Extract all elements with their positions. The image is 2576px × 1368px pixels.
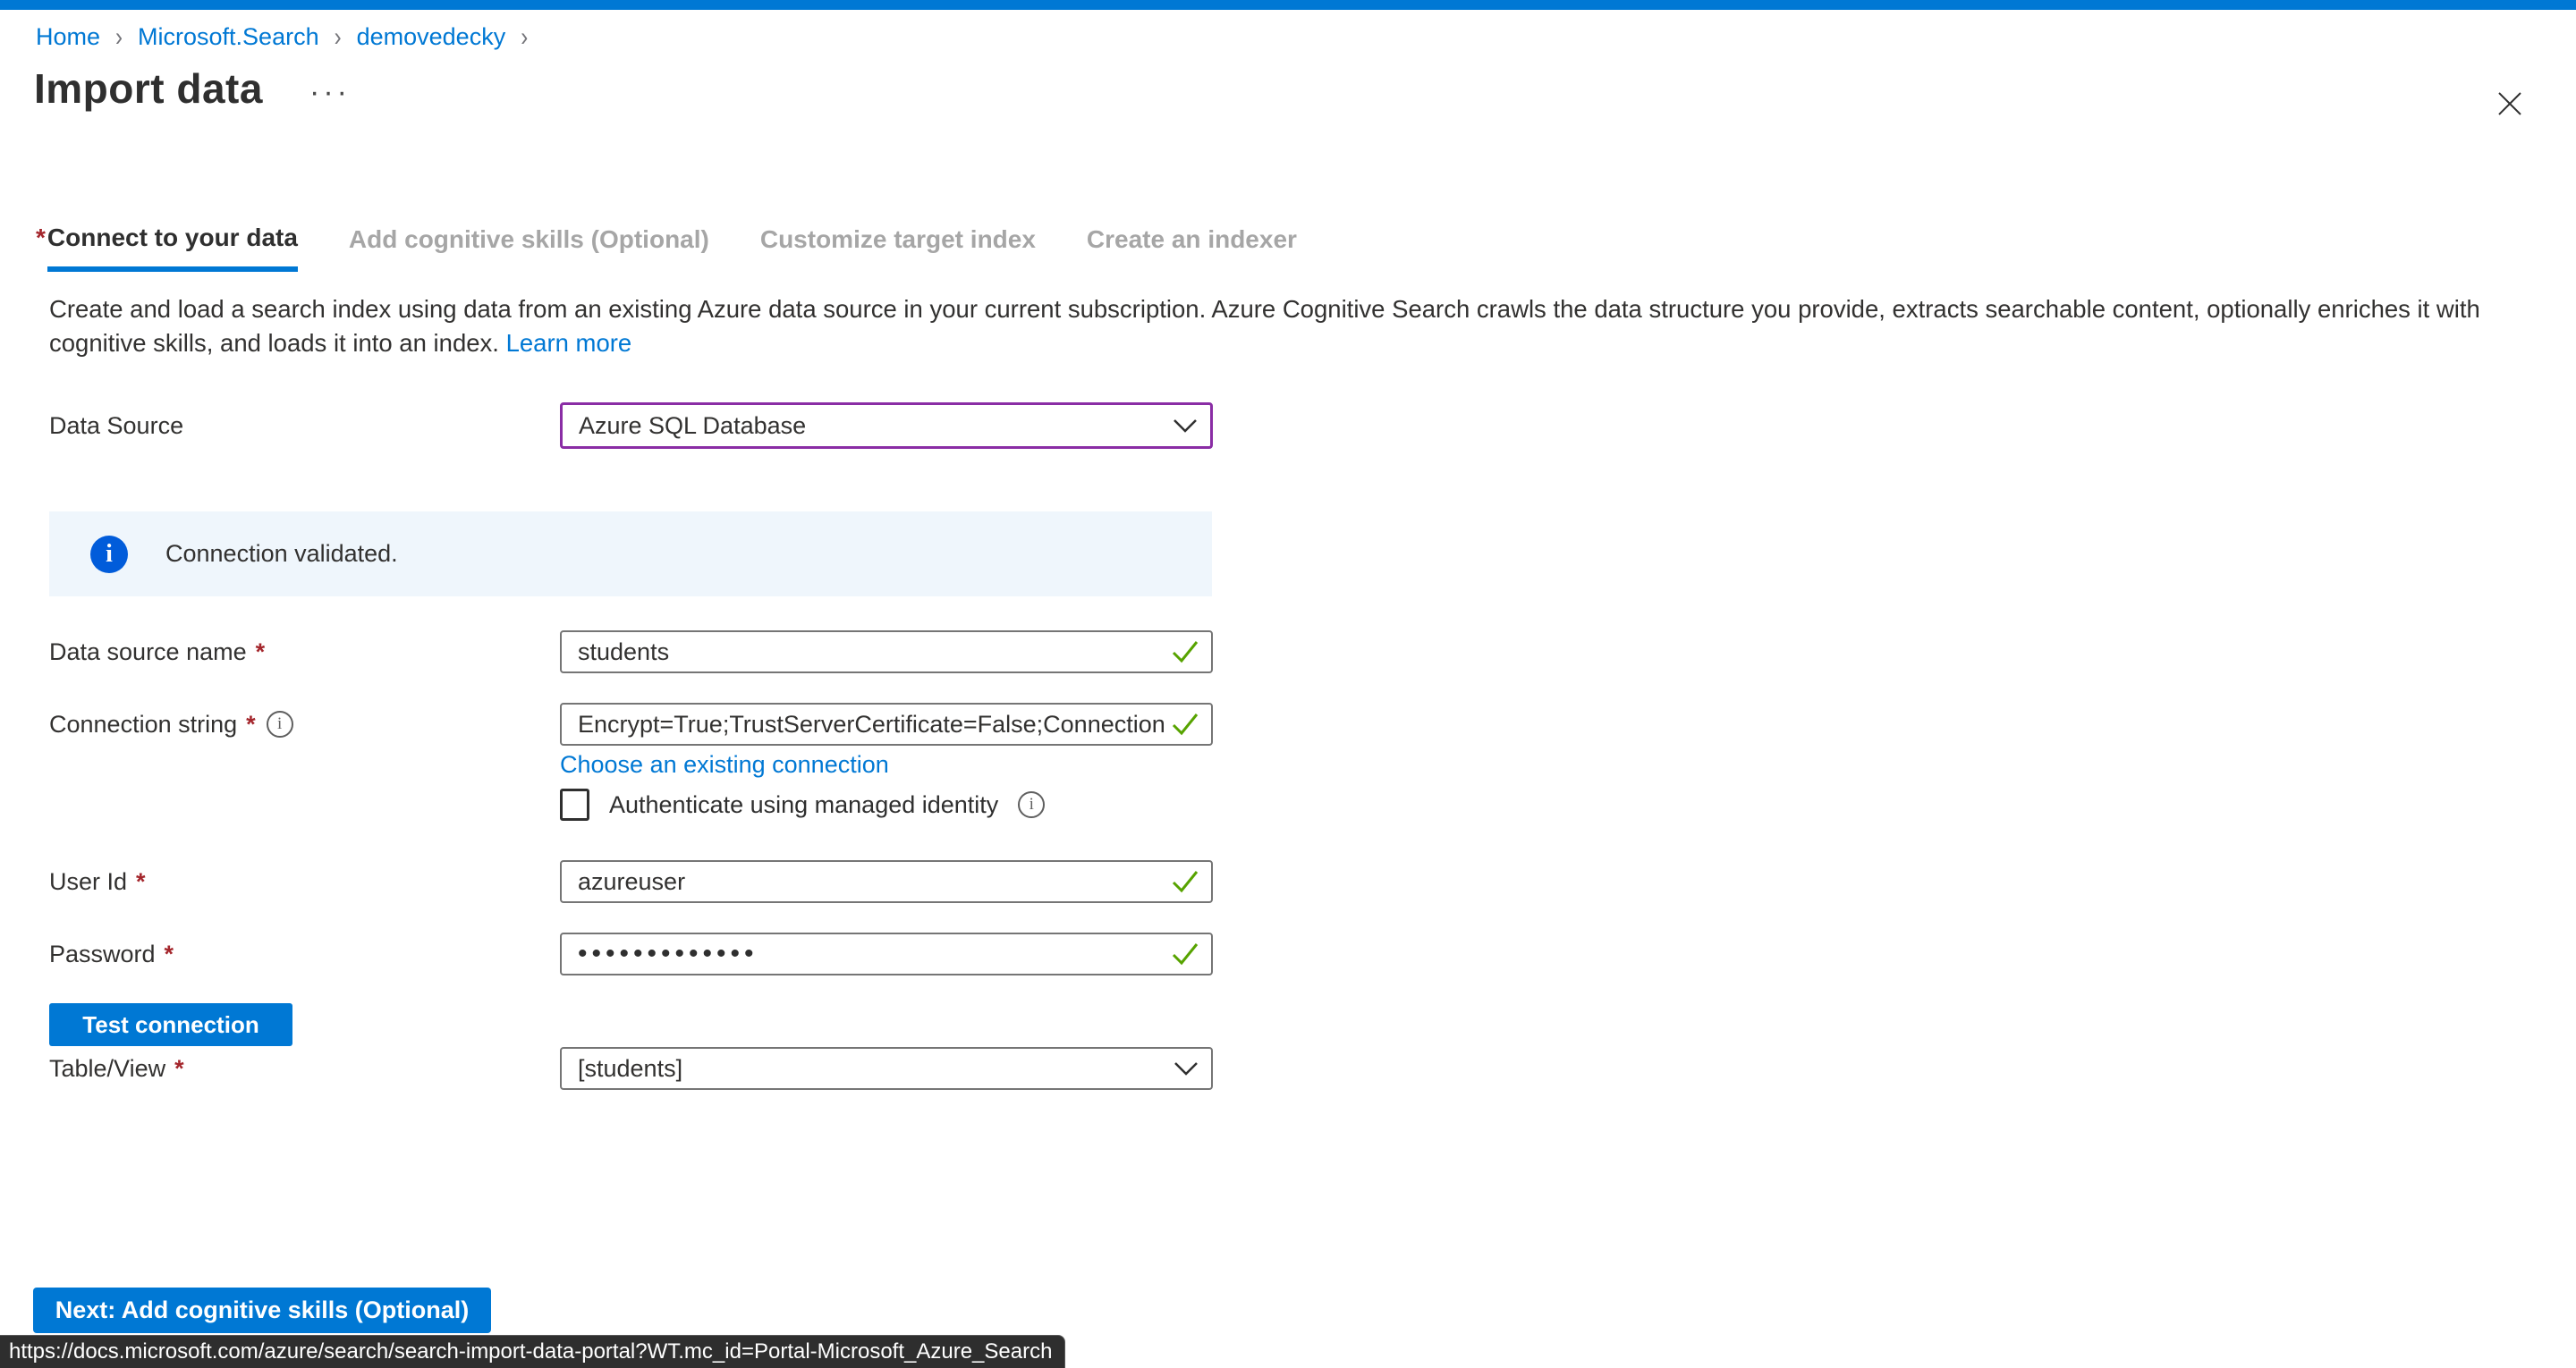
password-input[interactable]: ••••••••••••• [560, 933, 1213, 975]
page-description: Create and load a search index using dat… [49, 292, 2525, 360]
password-value: ••••••••••••• [578, 939, 758, 969]
connection-string-label: Connection string * i [49, 703, 293, 746]
required-marker: * [246, 711, 256, 739]
data-source-name-input[interactable]: students [560, 630, 1213, 673]
connection-string-input[interactable]: Encrypt=True;TrustServerCertificate=Fals… [560, 703, 1213, 746]
table-view-label: Table/View * [49, 1047, 186, 1090]
valid-check-icon [1172, 640, 1199, 663]
data-source-dropdown[interactable]: Azure SQL Database [560, 402, 1213, 449]
test-connection-button[interactable]: Test connection [49, 1003, 292, 1046]
tab-customize-target-index[interactable]: Customize target index [760, 224, 1036, 272]
valid-check-icon [1172, 942, 1199, 966]
label-text: Password [49, 941, 156, 968]
managed-identity-label: Authenticate using managed identity [609, 791, 998, 819]
data-source-name-value: students [578, 638, 669, 666]
close-button[interactable] [2492, 86, 2528, 122]
table-view-value: [students] [578, 1055, 682, 1083]
data-source-value: Azure SQL Database [579, 412, 806, 440]
required-marker: * [165, 941, 174, 968]
user-id-label: User Id * [49, 860, 148, 903]
required-marker: * [174, 1055, 184, 1083]
close-icon [2496, 90, 2523, 117]
label-text: User Id [49, 868, 127, 896]
valid-check-icon [1172, 713, 1199, 736]
tab-connect-to-your-data[interactable]: * Connect to your data [36, 224, 298, 272]
password-label: Password * [49, 933, 175, 975]
tab-label: Add cognitive skills (Optional) [349, 225, 709, 254]
more-options-icon[interactable]: ··· [309, 75, 351, 110]
banner-text: Connection validated. [165, 540, 398, 568]
page-title: Import data [34, 64, 263, 113]
tab-label: Customize target index [760, 225, 1036, 254]
info-tooltip-icon[interactable]: i [1018, 791, 1045, 818]
required-marker: * [36, 224, 46, 252]
tab-create-an-indexer[interactable]: Create an indexer [1087, 224, 1297, 272]
info-tooltip-icon[interactable]: i [267, 711, 293, 738]
status-bar-url: https://docs.microsoft.com/azure/search/… [0, 1335, 1065, 1368]
data-source-label: Data Source [49, 404, 183, 447]
breadcrumb: Home › Microsoft.Search › demovedecky › [36, 23, 528, 51]
chevron-right-icon: › [521, 21, 528, 53]
managed-identity-row: Authenticate using managed identity i [560, 789, 1045, 821]
managed-identity-checkbox[interactable] [560, 789, 589, 821]
breadcrumb-home[interactable]: Home [36, 23, 100, 51]
wizard-tabs: * Connect to your data Add cognitive ski… [36, 224, 1297, 272]
next-add-cognitive-skills-button[interactable]: Next: Add cognitive skills (Optional) [33, 1288, 491, 1333]
description-text: Create and load a search index using dat… [49, 295, 2480, 357]
tab-label: Connect to your data [47, 224, 298, 272]
choose-existing-connection-link[interactable]: Choose an existing connection [560, 751, 889, 779]
data-source-name-label: Data source name * [49, 630, 267, 673]
tab-add-cognitive-skills[interactable]: Add cognitive skills (Optional) [349, 224, 709, 272]
label-text: Data source name [49, 638, 247, 666]
breadcrumb-demovedecky[interactable]: demovedecky [357, 23, 506, 51]
connection-validated-banner: i Connection validated. [49, 511, 1212, 596]
user-id-value: azureuser [578, 868, 685, 896]
valid-check-icon [1172, 870, 1199, 893]
info-icon: i [90, 536, 128, 573]
label-text: Data Source [49, 412, 183, 440]
chevron-right-icon: › [115, 21, 123, 53]
chevron-down-icon [1173, 418, 1198, 434]
chevron-right-icon: › [335, 21, 342, 53]
learn-more-link[interactable]: Learn more [506, 329, 632, 357]
user-id-input[interactable]: azureuser [560, 860, 1213, 903]
required-marker: * [256, 638, 266, 666]
connection-string-value: Encrypt=True;TrustServerCertificate=Fals… [578, 711, 1170, 739]
chevron-down-icon [1174, 1061, 1199, 1077]
breadcrumb-microsoft-search[interactable]: Microsoft.Search [138, 23, 319, 51]
label-text: Table/View [49, 1055, 165, 1083]
tab-label: Create an indexer [1087, 225, 1297, 254]
top-accent-bar [0, 0, 2576, 10]
required-marker: * [136, 868, 146, 896]
table-view-dropdown[interactable]: [students] [560, 1047, 1213, 1090]
label-text: Connection string [49, 711, 237, 739]
